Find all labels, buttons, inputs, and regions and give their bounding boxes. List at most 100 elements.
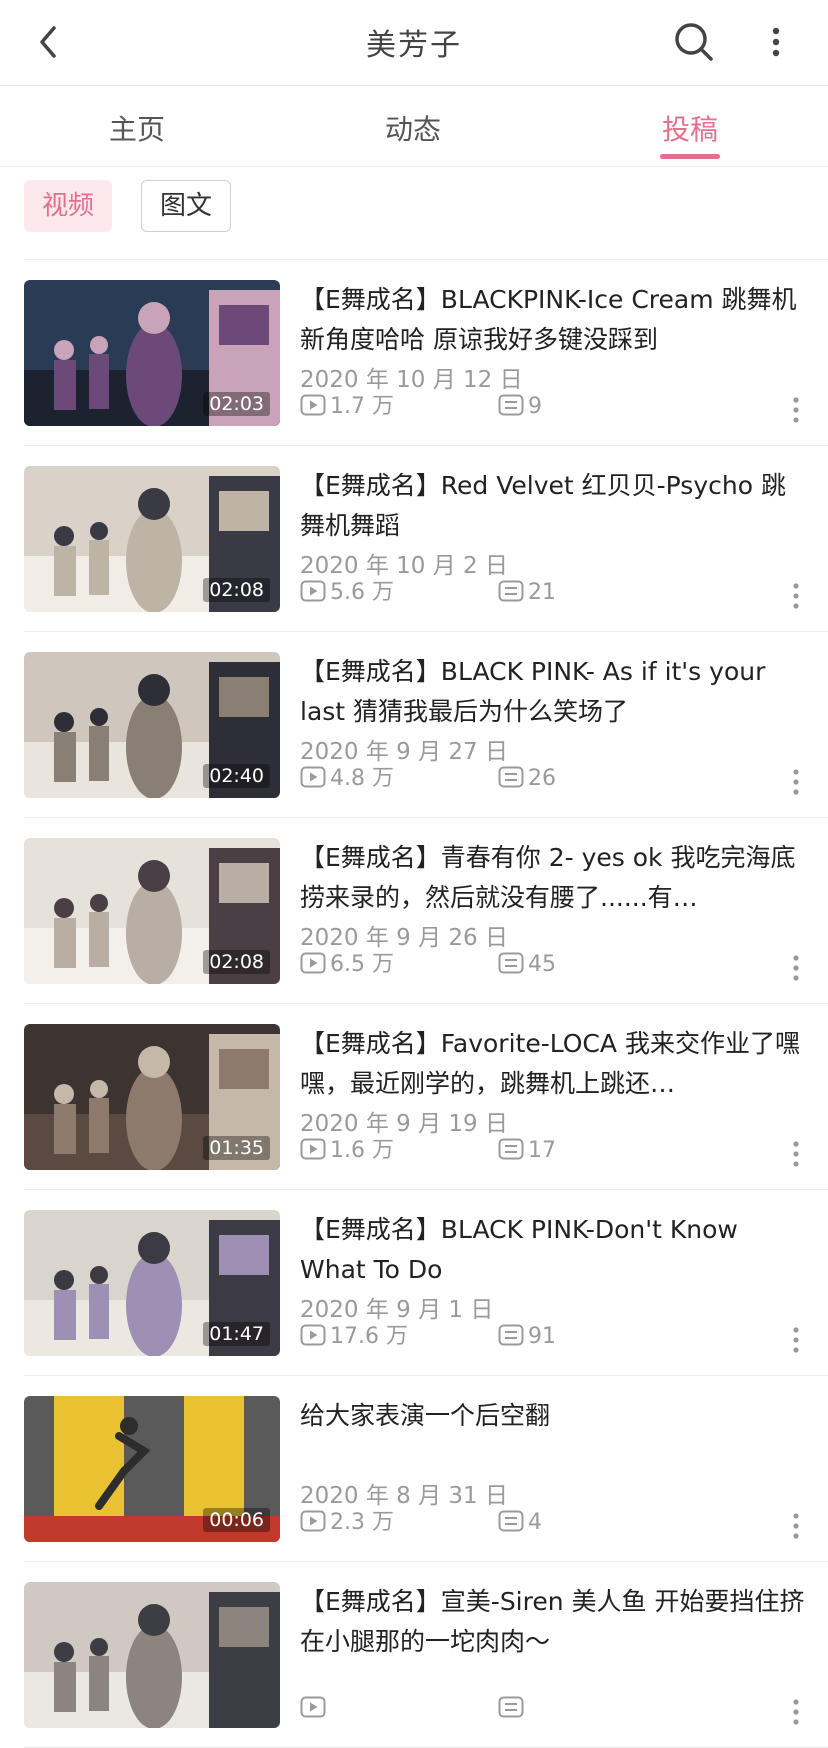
comment-icon — [498, 580, 524, 602]
filter-graphic-chip[interactable]: 图文 — [141, 180, 232, 232]
video-duration: 01:35 — [203, 1136, 270, 1160]
video-date: 2020 年 9 月 27 日 — [300, 739, 508, 765]
play-count-value: 6.5 万 — [330, 952, 394, 977]
video-title[interactable]: 【E舞成名】青春有你 2- yes ok 我吃完海底捞来录的，然后就没有腰了..… — [300, 838, 805, 918]
video-list-item[interactable]: 02:08 【E舞成名】Red Velvet 红贝贝-Psycho 跳舞机舞蹈 … — [0, 446, 828, 632]
comment-icon — [498, 1696, 524, 1718]
comment-icon — [498, 1138, 524, 1160]
video-duration: 02:08 — [203, 578, 270, 602]
play-count-value: 1.6 万 — [330, 1138, 394, 1163]
comment-count-value: 21 — [528, 580, 556, 605]
play-count: 2.3 万 — [300, 1508, 394, 1538]
video-title[interactable]: 给大家表演一个后空翻 — [300, 1396, 805, 1436]
comment-count-value: 45 — [528, 952, 556, 977]
video-list-item[interactable]: 00:06 给大家表演一个后空翻 2020 年 8 月 31 日 2.3 万 4 — [0, 1376, 828, 1562]
video-title[interactable]: 【E舞成名】宣美-Siren 美人鱼 开始要挡住挤在小腿那的一坨肉肉～ — [300, 1582, 805, 1662]
comment-count-value: 26 — [528, 766, 556, 791]
video-duration: 02:40 — [203, 764, 270, 788]
play-count: 17.6 万 — [300, 1322, 408, 1352]
video-title[interactable]: 【E舞成名】Red Velvet 红贝贝-Psycho 跳舞机舞蹈 — [300, 466, 805, 546]
video-list-item[interactable]: 02:03 【E舞成名】BLACKPINK-Ice Cream 跳舞机新角度哈哈… — [0, 260, 828, 446]
video-thumbnail[interactable]: 02:08 — [24, 838, 280, 984]
video-duration: 02:08 — [203, 950, 270, 974]
comment-icon — [498, 1510, 524, 1532]
video-title[interactable]: 【E舞成名】BLACK PINK- As if it's your last 猜… — [300, 652, 805, 732]
comment-icon — [498, 952, 524, 974]
play-icon — [300, 1138, 326, 1160]
video-title[interactable]: 【E舞成名】BLACKPINK-Ice Cream 跳舞机新角度哈哈 原谅我好多… — [300, 280, 805, 360]
video-thumbnail[interactable]: 02:08 — [24, 466, 280, 612]
comment-count: 4 — [498, 1508, 542, 1538]
play-icon — [300, 1696, 326, 1718]
filter-row: 视频 图文 — [0, 166, 828, 260]
play-count-value: 17.6 万 — [330, 1324, 408, 1349]
video-thumbnail[interactable] — [24, 1582, 280, 1728]
comment-icon — [498, 394, 524, 416]
play-count-value: 5.6 万 — [330, 580, 394, 605]
video-date: 2020 年 8 月 31 日 — [300, 1483, 508, 1509]
video-duration: 00:06 — [203, 1508, 270, 1532]
play-count-value: 2.3 万 — [330, 1510, 394, 1535]
play-icon — [300, 1324, 326, 1346]
comment-count: 26 — [498, 764, 556, 794]
video-thumbnail[interactable]: 01:35 — [24, 1024, 280, 1170]
video-thumbnail[interactable]: 02:40 — [24, 652, 280, 798]
tab-submissions[interactable]: 投稿 — [590, 108, 790, 148]
video-thumbnail[interactable]: 01:47 — [24, 1210, 280, 1356]
play-count: 4.8 万 — [300, 764, 394, 794]
comment-count-value: 17 — [528, 1138, 556, 1163]
comment-count-value: 4 — [528, 1510, 542, 1535]
video-list-item[interactable]: 02:40 【E舞成名】BLACK PINK- As if it's your … — [0, 632, 828, 818]
item-more-icon[interactable] — [790, 395, 802, 425]
comment-count: 17 — [498, 1136, 556, 1166]
play-count: 1.6 万 — [300, 1136, 394, 1166]
top-bar: 美芳子 — [0, 0, 828, 86]
active-tab-indicator — [660, 154, 720, 159]
item-more-icon[interactable] — [790, 953, 802, 983]
comment-count: 91 — [498, 1322, 556, 1352]
more-vertical-icon[interactable] — [764, 22, 788, 62]
comment-count-value: 91 — [528, 1324, 556, 1349]
play-icon — [300, 766, 326, 788]
play-icon — [300, 952, 326, 974]
profile-tabs: 主页 动态 投稿 — [0, 86, 828, 167]
video-list-item[interactable]: 01:35 【E舞成名】Favorite-LOCA 我来交作业了嘿嘿，最近刚学的… — [0, 1004, 828, 1190]
video-date: 2020 年 10 月 2 日 — [300, 553, 508, 579]
video-list-item[interactable]: 01:47 【E舞成名】BLACK PINK-Don't Know What T… — [0, 1190, 828, 1376]
comment-count — [498, 1694, 528, 1724]
item-more-icon[interactable] — [790, 581, 802, 611]
video-date: 2020 年 10 月 12 日 — [300, 367, 523, 393]
play-count — [300, 1694, 330, 1724]
video-list-item[interactable]: 【E舞成名】宣美-Siren 美人鱼 开始要挡住挤在小腿那的一坨肉肉～ — [0, 1562, 828, 1748]
video-title[interactable]: 【E舞成名】Favorite-LOCA 我来交作业了嘿嘿，最近刚学的，跳舞机上跳… — [300, 1024, 805, 1104]
item-more-icon[interactable] — [790, 1139, 802, 1169]
item-more-icon[interactable] — [790, 1325, 802, 1355]
play-count-value: 4.8 万 — [330, 766, 394, 791]
tab-home[interactable]: 主页 — [37, 108, 237, 148]
item-more-icon[interactable] — [790, 1697, 802, 1727]
video-thumbnail[interactable]: 02:03 — [24, 280, 280, 426]
item-more-icon[interactable] — [790, 767, 802, 797]
play-icon — [300, 580, 326, 602]
video-thumbnail[interactable]: 00:06 — [24, 1396, 280, 1542]
video-duration: 02:03 — [203, 392, 270, 416]
play-count: 1.7 万 — [300, 392, 394, 422]
video-date: 2020 年 9 月 19 日 — [300, 1111, 508, 1137]
comment-count: 45 — [498, 950, 556, 980]
comment-count-value: 9 — [528, 394, 542, 419]
comment-count: 9 — [498, 392, 542, 422]
comment-count: 21 — [498, 578, 556, 608]
video-date: 2020 年 9 月 26 日 — [300, 925, 508, 951]
play-count-value: 1.7 万 — [330, 394, 394, 419]
item-more-icon[interactable] — [790, 1511, 802, 1541]
video-date: 2020 年 9 月 1 日 — [300, 1297, 494, 1323]
play-icon — [300, 394, 326, 416]
video-list: 02:03 【E舞成名】BLACKPINK-Ice Cream 跳舞机新角度哈哈… — [0, 260, 828, 1748]
tab-dynamics[interactable]: 动态 — [313, 108, 513, 148]
play-icon — [300, 1510, 326, 1532]
video-list-item[interactable]: 02:08 【E舞成名】青春有你 2- yes ok 我吃完海底捞来录的，然后就… — [0, 818, 828, 1004]
search-icon[interactable] — [672, 20, 716, 64]
filter-video-chip[interactable]: 视频 — [24, 180, 113, 232]
video-title[interactable]: 【E舞成名】BLACK PINK-Don't Know What To Do — [300, 1210, 805, 1290]
play-count: 5.6 万 — [300, 578, 394, 608]
